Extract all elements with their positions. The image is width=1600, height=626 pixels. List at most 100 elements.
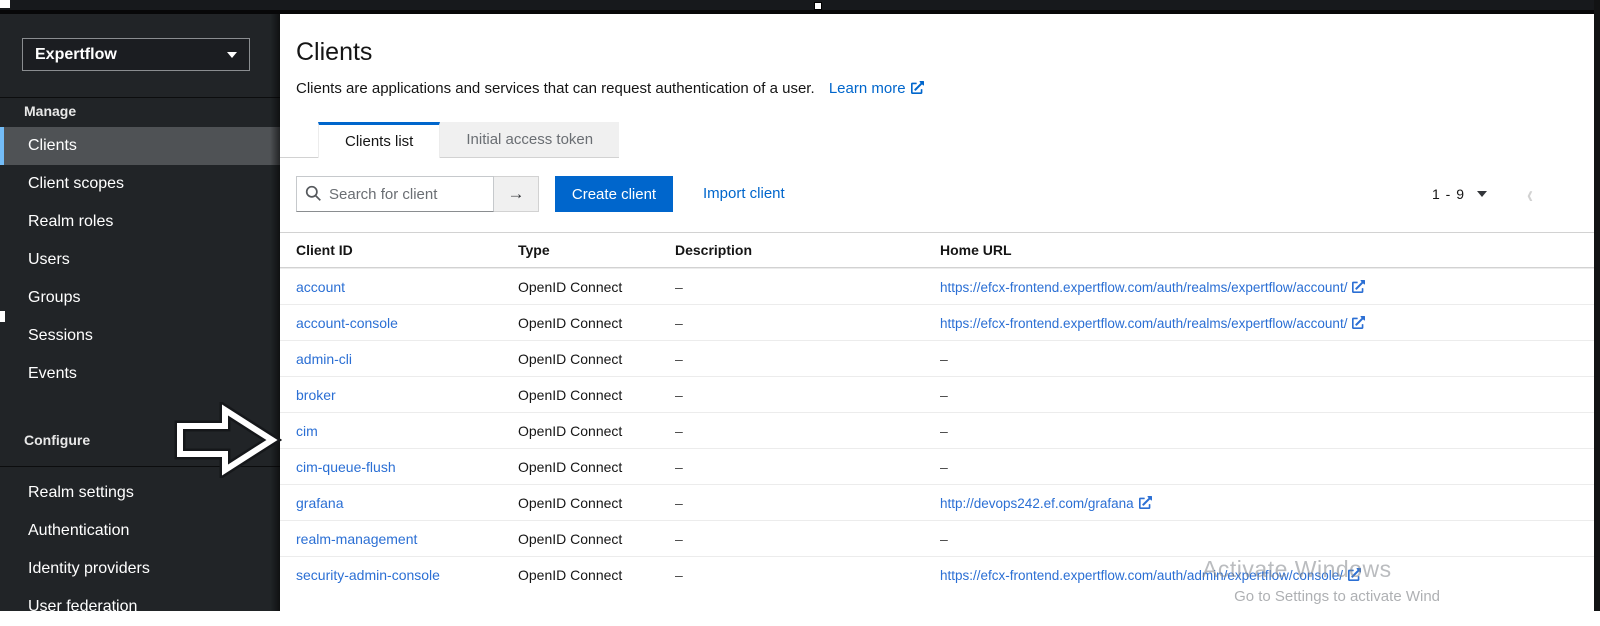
home-url-cell: http://devops242.ef.com/grafana	[924, 495, 1595, 511]
description-cell: –	[659, 315, 924, 331]
column-header-description: Description	[659, 242, 924, 258]
nav-group-configure-label: Configure	[24, 432, 90, 448]
create-client-button[interactable]: Create client	[555, 176, 673, 212]
sidebar-item-events[interactable]: Events	[0, 355, 280, 393]
tab-clients-list[interactable]: Clients list	[318, 122, 440, 158]
clients-table: Client ID Type Description Home URL acco…	[280, 232, 1595, 592]
description-cell: –	[659, 351, 924, 367]
main-content: Clients Clients are applications and ser…	[280, 14, 1595, 611]
home-url-cell: –	[924, 531, 1595, 547]
screen-artifact	[0, 311, 5, 322]
toolbar: → Create client Import client 1 - 9 ‹	[280, 174, 1595, 214]
pagination: 1 - 9 ‹	[1432, 185, 1533, 203]
home-url-cell: –	[924, 387, 1595, 403]
table-header-row: Client ID Type Description Home URL	[280, 232, 1595, 268]
home-url-link[interactable]: https://efcx-frontend.expertflow.com/aut…	[940, 316, 1365, 331]
external-link-icon	[1348, 568, 1361, 581]
home-url-link[interactable]: https://efcx-frontend.expertflow.com/aut…	[940, 280, 1365, 295]
nav-group-manage-label: Manage	[24, 103, 76, 119]
type-cell: OpenID Connect	[502, 495, 659, 511]
tab-initial-access-token-label: Initial access token	[466, 131, 593, 148]
home-url-link[interactable]: http://devops242.ef.com/grafana	[940, 496, 1152, 511]
sidebar-item-user-federation[interactable]: User federation	[0, 588, 280, 626]
search-input[interactable]	[296, 176, 494, 212]
client-id-link[interactable]: cim	[296, 423, 318, 439]
sidebar-item-sessions[interactable]: Sessions	[0, 317, 280, 355]
pointer-arrow-annotation	[170, 402, 282, 478]
description-cell: –	[659, 387, 924, 403]
sidebar-item-realm-roles[interactable]: Realm roles	[0, 203, 280, 241]
table-row: cim OpenID Connect – –	[280, 412, 1595, 448]
client-id-link[interactable]: admin-cli	[296, 351, 352, 367]
description-cell: –	[659, 495, 924, 511]
home-url-cell: –	[924, 351, 1595, 367]
window-right-edge	[1594, 0, 1600, 611]
description-cell: –	[659, 423, 924, 439]
type-cell: OpenID Connect	[502, 459, 659, 475]
tab-clients-list-label: Clients list	[345, 133, 413, 150]
search-group: →	[296, 176, 539, 212]
window-top-bar	[0, 0, 1600, 14]
column-header-home-url: Home URL	[924, 242, 1595, 258]
type-cell: OpenID Connect	[502, 423, 659, 439]
realm-selector-dropdown[interactable]: Expertflow	[22, 38, 250, 71]
pagination-range: 1 - 9	[1432, 186, 1465, 202]
search-icon	[305, 185, 322, 202]
sidebar-item-clients[interactable]: Clients	[0, 127, 280, 165]
tab-bar: Clients list Initial access token	[280, 122, 1595, 158]
table-row: account OpenID Connect – https://efcx-fr…	[280, 268, 1595, 304]
search-submit-button[interactable]: →	[494, 176, 539, 212]
table-row: broker OpenID Connect – –	[280, 376, 1595, 412]
client-id-link[interactable]: realm-management	[296, 531, 417, 547]
column-header-type: Type	[502, 242, 659, 258]
screen-artifact	[0, 0, 10, 8]
table-body: account OpenID Connect – https://efcx-fr…	[280, 268, 1595, 592]
column-header-client-id: Client ID	[280, 242, 502, 258]
description-cell: –	[659, 567, 924, 583]
home-url-link[interactable]: https://efcx-frontend.expertflow.com/aut…	[940, 568, 1361, 583]
pagination-prev-button[interactable]: ‹	[1527, 181, 1533, 206]
client-id-link[interactable]: cim-queue-flush	[296, 459, 396, 475]
sidebar-item-groups[interactable]: Groups	[0, 279, 280, 317]
sidebar-item-realm-settings[interactable]: Realm settings	[0, 474, 280, 512]
import-client-link[interactable]: Import client	[703, 185, 785, 202]
pagination-options-toggle[interactable]	[1477, 191, 1487, 197]
external-link-icon	[911, 81, 924, 94]
client-id-link[interactable]: account-console	[296, 315, 398, 331]
type-cell: OpenID Connect	[502, 315, 659, 331]
sidebar-item-client-scopes[interactable]: Client scopes	[0, 165, 280, 203]
client-id-link[interactable]: broker	[296, 387, 336, 403]
external-link-icon	[1352, 316, 1365, 329]
client-id-link[interactable]: account	[296, 279, 345, 295]
table-row: realm-management OpenID Connect – –	[280, 520, 1595, 556]
type-cell: OpenID Connect	[502, 387, 659, 403]
learn-more-link[interactable]: Learn more	[829, 80, 924, 97]
home-url-cell: –	[924, 459, 1595, 475]
home-url-cell: –	[924, 423, 1595, 439]
type-cell: OpenID Connect	[502, 531, 659, 547]
client-id-link[interactable]: security-admin-console	[296, 567, 440, 583]
description-cell: –	[659, 459, 924, 475]
table-row: cim-queue-flush OpenID Connect – –	[280, 448, 1595, 484]
external-link-icon	[1139, 496, 1152, 509]
sidebar: Expertflow Manage ClientsClient scopesRe…	[0, 14, 280, 611]
type-cell: OpenID Connect	[502, 279, 659, 295]
client-id-link[interactable]: grafana	[296, 495, 343, 511]
sidebar-item-identity-providers[interactable]: Identity providers	[0, 550, 280, 588]
sidebar-item-authentication[interactable]: Authentication	[0, 512, 280, 550]
realm-name: Expertflow	[35, 46, 117, 64]
home-url-cell: https://efcx-frontend.expertflow.com/aut…	[924, 279, 1595, 295]
home-url-cell: https://efcx-frontend.expertflow.com/aut…	[924, 315, 1595, 331]
type-cell: OpenID Connect	[502, 567, 659, 583]
page-description-text: Clients are applications and services th…	[296, 80, 815, 97]
tab-spacer	[280, 122, 318, 158]
learn-more-label: Learn more	[829, 80, 906, 97]
nav-list-manage: ClientsClient scopesRealm rolesUsersGrou…	[0, 127, 280, 393]
sidebar-item-users[interactable]: Users	[0, 241, 280, 279]
tab-initial-access-token[interactable]: Initial access token	[440, 122, 619, 158]
chevron-down-icon	[1477, 191, 1487, 197]
table-row: grafana OpenID Connect – http://devops24…	[280, 484, 1595, 520]
table-row: admin-cli OpenID Connect – –	[280, 340, 1595, 376]
description-cell: –	[659, 279, 924, 295]
home-url-cell: https://efcx-frontend.expertflow.com/aut…	[924, 567, 1595, 583]
